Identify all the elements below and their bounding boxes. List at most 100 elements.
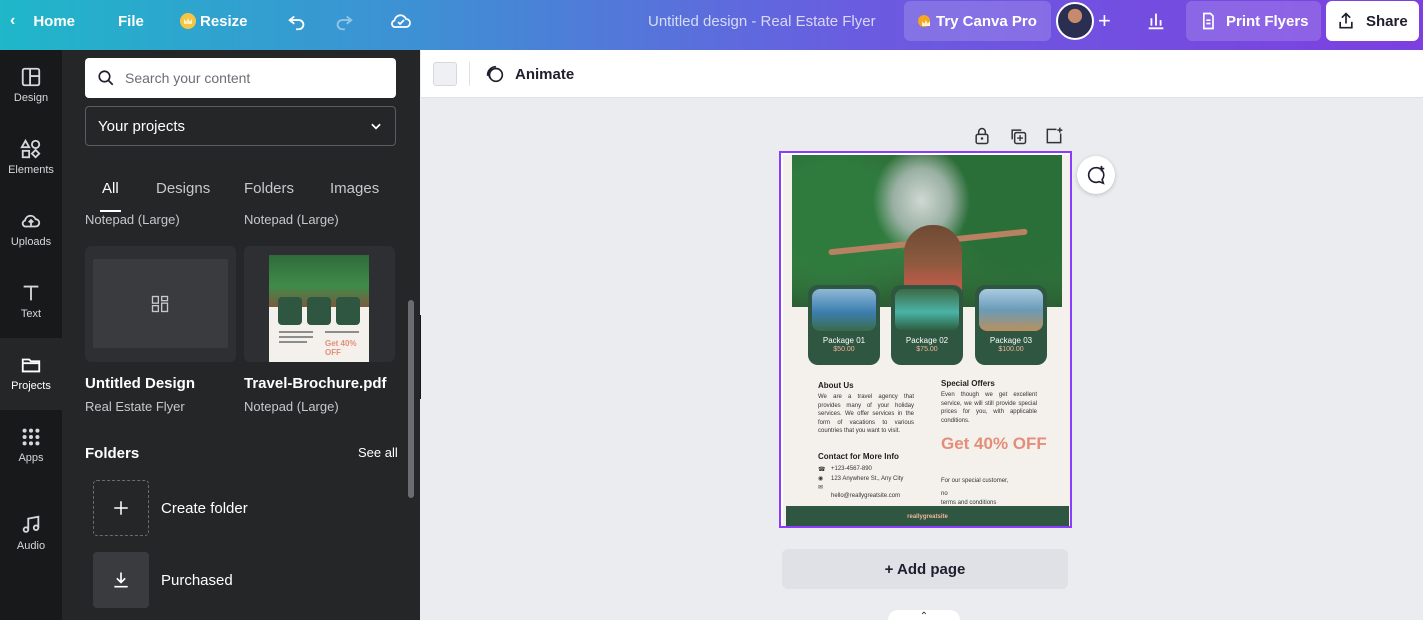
panel-scrollbar[interactable] <box>408 300 414 498</box>
rail-item-apps[interactable]: Apps <box>0 410 62 482</box>
about-text: We are a travel agency that provides man… <box>818 394 914 434</box>
phone-icon: ☎ <box>818 467 826 473</box>
search-input[interactable] <box>125 70 375 86</box>
print-flyers-button[interactable]: Print Flyers <box>1186 1 1321 41</box>
package-image <box>895 289 959 331</box>
rail-item-audio[interactable]: Audio <box>0 498 62 570</box>
preview-text-line <box>279 341 307 343</box>
package-name: Package 02 <box>905 336 949 345</box>
share-button[interactable]: Share <box>1326 1 1419 41</box>
package-price: $75.00 <box>916 346 938 353</box>
avatar[interactable] <box>1056 2 1094 40</box>
brochure-thumbnail[interactable]: Get 40% OFF <box>244 246 395 362</box>
preview-package-card <box>307 297 331 325</box>
toolbar-divider <box>469 62 470 86</box>
rail-label: Audio <box>16 540 46 552</box>
rail-item-design[interactable]: Design <box>0 50 62 122</box>
flyer: Package 01 $50.00 Package 02 $75.00 Pack… <box>783 155 1070 526</box>
offer-note: no <box>941 491 948 497</box>
preview-text-line <box>279 336 313 338</box>
add-page-button[interactable]: + Add page <box>782 549 1068 589</box>
offers-heading: Special Offers <box>941 379 995 388</box>
cloud-check-icon <box>391 14 411 28</box>
cloud-save-button[interactable] <box>389 0 413 42</box>
purchased-folder[interactable]: Purchased <box>93 552 393 608</box>
bar-chart-icon <box>1148 13 1164 30</box>
package-card[interactable]: Package 03 $100.00 <box>975 285 1047 365</box>
flyer-footer: reallygreatsite <box>786 506 1069 526</box>
show-pages-toggle[interactable]: ⌃ <box>888 610 960 620</box>
redo-button[interactable] <box>333 0 355 42</box>
package-price: $100.00 <box>998 346 1024 353</box>
try-canva-pro-button[interactable]: Try Canva Pro <box>904 1 1051 41</box>
preview-offer-text: Get 40% OFF <box>325 339 357 357</box>
add-collaborator-button[interactable]: + <box>1098 0 1111 42</box>
try-pro-label: Try Canva Pro <box>936 12 1037 30</box>
contact-phone: +123-4567-890 <box>831 466 872 472</box>
rail-label: Projects <box>11 380 51 392</box>
share-icon <box>1339 12 1353 29</box>
insights-button[interactable] <box>1145 0 1167 42</box>
home-label: Home <box>33 12 76 30</box>
rail-item-uploads[interactable]: Uploads <box>0 194 62 266</box>
package-card[interactable]: Package 02 $75.00 <box>891 285 963 365</box>
share-label: Share <box>1366 12 1408 30</box>
contact-heading: Contact for More Info <box>818 452 899 461</box>
email-icon: ✉ <box>818 485 824 491</box>
uploads-icon <box>21 214 41 228</box>
package-image <box>979 289 1043 331</box>
tab-folders[interactable]: Folders <box>244 180 294 197</box>
preview-text-line <box>325 331 359 333</box>
rail-item-projects[interactable]: Projects <box>0 338 62 410</box>
background-color-button[interactable] <box>433 62 457 86</box>
rail-label: Uploads <box>10 236 52 248</box>
elements-icon <box>20 138 41 159</box>
brochure-preview: Get 40% OFF <box>269 255 369 362</box>
package-card[interactable]: Package 01 $50.00 <box>808 285 880 365</box>
animate-icon <box>486 65 504 83</box>
design-thumbnail[interactable] <box>85 246 236 362</box>
print-label: Print Flyers <box>1226 12 1309 30</box>
see-all-link[interactable]: See all <box>358 445 398 460</box>
projects-dropdown[interactable]: Your projects <box>85 106 396 146</box>
tab-all[interactable]: All <box>100 180 121 212</box>
preview-package-card <box>278 297 302 325</box>
design-type: Notepad (Large) <box>244 399 339 414</box>
design-name[interactable]: Travel-Brochure.pdf <box>244 375 387 392</box>
create-folder-button[interactable]: Create folder <box>93 480 393 536</box>
crown-icon <box>180 13 196 29</box>
folders-heading: Folders <box>85 445 140 462</box>
home-button[interactable]: ‹ Home <box>10 0 75 42</box>
download-icon <box>114 572 128 588</box>
undo-button[interactable] <box>286 0 308 42</box>
file-menu-button[interactable]: File <box>118 0 144 42</box>
printer-icon <box>1203 12 1214 30</box>
resize-button[interactable]: Resize <box>180 0 248 42</box>
package-image <box>812 289 876 331</box>
design-name[interactable]: Untitled Design <box>85 375 195 392</box>
design-page[interactable]: Package 01 $50.00 Package 02 $75.00 Pack… <box>779 151 1072 528</box>
folder-icon <box>21 358 41 373</box>
rail-label: Design <box>13 92 49 104</box>
search-box[interactable] <box>85 58 396 98</box>
projects-panel: Your projects All Designs Folders Images… <box>62 50 420 620</box>
contact-address: 123 Anywhere St., Any City <box>831 476 904 482</box>
design-icon <box>21 67 41 87</box>
about-heading: About Us <box>818 381 854 390</box>
chevron-down-icon <box>371 123 381 130</box>
offer-note: For our special customer, <box>941 478 1009 484</box>
tab-images[interactable]: Images <box>330 180 379 197</box>
rail-item-text[interactable]: Text <box>0 266 62 338</box>
create-folder-tile <box>93 480 149 536</box>
rail-item-elements[interactable]: Elements <box>0 122 62 194</box>
package-name: Package 01 <box>822 336 866 345</box>
apps-icon <box>22 428 40 446</box>
animate-button[interactable]: Animate <box>484 63 574 85</box>
tab-designs[interactable]: Designs <box>156 180 210 197</box>
duplicate-icon[interactable] <box>1008 126 1028 146</box>
add-comment-button[interactable] <box>1077 156 1115 194</box>
add-page-icon[interactable] <box>1044 126 1064 146</box>
package-price: $50.00 <box>833 346 855 353</box>
lock-icon[interactable] <box>972 126 992 146</box>
design-title[interactable]: Untitled design - Real Estate Flyer <box>648 0 876 42</box>
